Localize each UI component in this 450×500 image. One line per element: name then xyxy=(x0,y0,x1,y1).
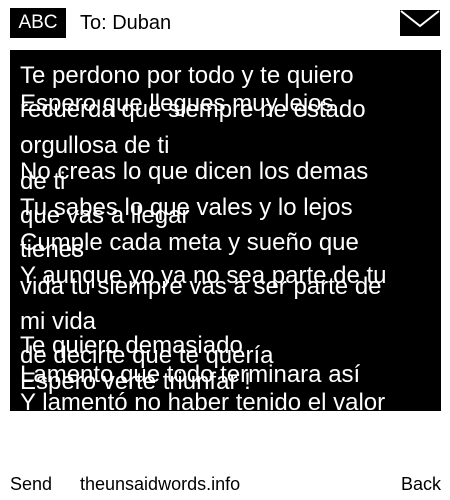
message-line: tienes xyxy=(20,236,85,263)
recipient-label: To: Duban xyxy=(80,12,172,34)
message-line: vida tu siempre vas a ser parte de xyxy=(20,273,382,300)
message-line: Espero que llegues muy lejos xyxy=(20,90,334,117)
send-softkey[interactable]: Send xyxy=(10,474,52,494)
message-line: Te perdono por todo y te quiero xyxy=(20,62,354,89)
back-softkey[interactable]: Back xyxy=(401,474,441,494)
message-line: que vas a llegar xyxy=(20,202,190,229)
site-credit: theunsaidwords.info xyxy=(80,474,241,494)
softkey-bar: Send theunsaidwords.info Back xyxy=(0,470,450,498)
message-line: Espero verte triunfar ! xyxy=(20,368,251,395)
message-line: No creas lo que dicen los demas xyxy=(20,158,369,185)
message-body[interactable]: Te perdono por todo y te quiero recuerda… xyxy=(10,50,441,411)
message-line: de ti xyxy=(20,168,66,195)
header-bar: ABC To: Duban xyxy=(0,0,450,44)
envelope-icon xyxy=(400,10,440,36)
message-line: de decirte que te quería xyxy=(20,342,274,369)
message-line: orgullosa de ti xyxy=(20,132,170,159)
input-mode-badge[interactable]: ABC xyxy=(10,8,66,38)
